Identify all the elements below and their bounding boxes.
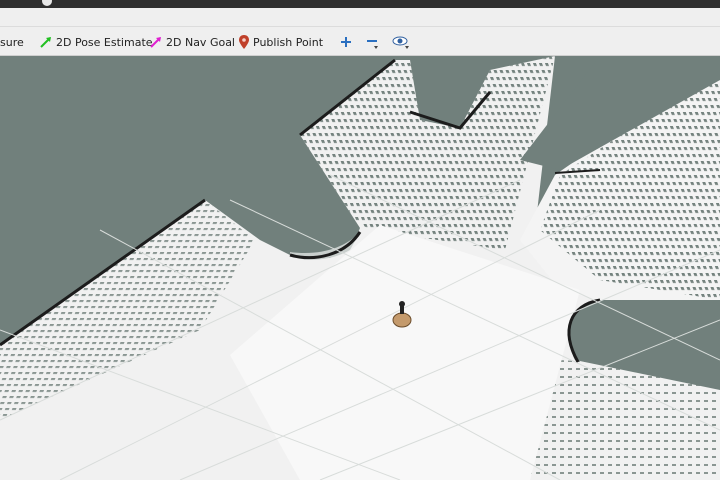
- magenta-arrow-icon: [150, 37, 161, 48]
- pose-estimate-tool-button[interactable]: 2D Pose Estimate: [40, 27, 153, 57]
- map-pin-icon: [239, 35, 249, 49]
- nav-goal-label: 2D Nav Goal: [166, 35, 235, 49]
- window-title-bar: [0, 0, 720, 8]
- pose-estimate-label: 2D Pose Estimate: [56, 35, 153, 49]
- occupancy-map: [0, 56, 720, 480]
- green-arrow-icon: [40, 37, 51, 48]
- minus-icon: [367, 40, 378, 49]
- window-control-button[interactable]: [42, 0, 52, 6]
- zoom-in-button[interactable]: [340, 27, 352, 57]
- publish-point-label: Publish Point: [253, 35, 324, 49]
- plus-icon: [341, 37, 351, 47]
- view-button[interactable]: [392, 27, 410, 57]
- publish-point-tool-button[interactable]: Publish Point: [239, 27, 323, 57]
- menu-bar-area: [0, 8, 720, 26]
- nav-goal-tool-button[interactable]: 2D Nav Goal: [150, 27, 235, 57]
- eye-icon: [392, 36, 409, 49]
- measure-tool-label: sure: [0, 35, 24, 49]
- 3d-render-viewport[interactable]: [0, 56, 720, 480]
- measure-tool-button[interactable]: sure: [0, 27, 24, 57]
- zoom-out-button[interactable]: [366, 27, 378, 57]
- tools-toolbar: sure 2D Pose Estimate 2D Nav Goal Publis…: [0, 26, 720, 56]
